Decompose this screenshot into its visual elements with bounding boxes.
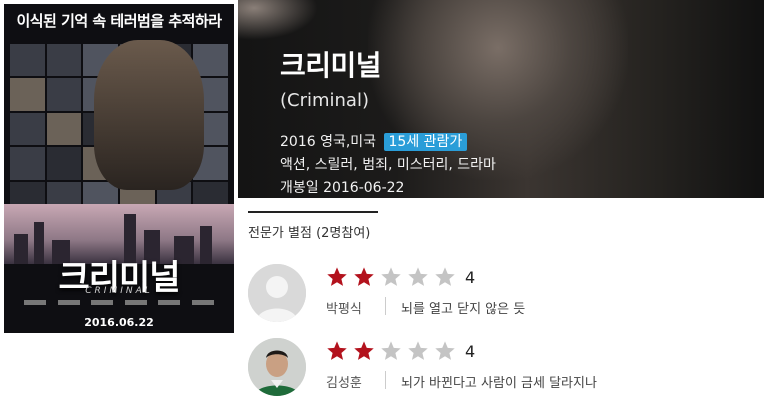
star-icon-1 [327, 267, 347, 286]
critics-section-heading: 전문가 별점 (2명참여) [248, 211, 378, 241]
poster-actor-face [94, 40, 204, 190]
critic-score: 4 [465, 341, 476, 361]
critic-comment: 뇌를 열고 닫지 않은 듯 [401, 302, 526, 317]
star-icon-3 [381, 341, 401, 360]
movie-genres: 액션, 스릴러, 범죄, 미스터리, 드라마 [280, 157, 496, 173]
divider [385, 371, 386, 389]
critic-score: 4 [465, 267, 476, 287]
default-avatar-icon[interactable] [248, 264, 306, 322]
backdrop-hand [238, 0, 318, 40]
movie-year-country: 2016 영국,미국 [280, 134, 377, 150]
star-icon-4 [408, 267, 428, 286]
poster-release-date: 2016.06.22 [84, 316, 154, 329]
star-icon-5 [435, 341, 455, 360]
movie-title: 크리미널 [280, 49, 382, 82]
movie-meta: 2016 영국,미국 15세 관람가 액션, 스릴러, 범죄, 미스터리, 드라… [280, 131, 496, 198]
star-icon-4 [408, 341, 428, 360]
star-icon-1 [327, 341, 347, 360]
critic-review: 4 김성훈 뇌가 바뀐다고 사람이 금세 달라지나 [248, 338, 748, 398]
critic-review: 4 박평식 뇌를 열고 닫지 않은 듯 [248, 264, 748, 324]
star-icon-5 [435, 267, 455, 286]
movie-info: 크리미널 (Criminal) 2016 영국,미국 15세 관람가 액션, 스… [280, 44, 496, 198]
movie-year-country-row: 2016 영국,미국 15세 관람가 [280, 131, 496, 154]
critic-photo[interactable] [248, 338, 306, 396]
star-rating: 4 [326, 338, 475, 364]
age-rating-badge: 15세 관람가 [383, 133, 468, 151]
movie-backdrop: 크리미널 (Criminal) 2016 영국,미국 15세 관람가 액션, 스… [238, 0, 764, 198]
star-rating: 4 [326, 264, 475, 290]
star-icon-2 [354, 267, 374, 286]
poster-subtitle: CRIMINAL [85, 286, 153, 296]
movie-poster[interactable]: 이식된 기억 속 테러범을 추적하라 크리미널 CRIMINAL 2016.06… [4, 4, 234, 333]
poster-headline: 이식된 기억 속 테러범을 추적하라 [16, 12, 222, 30]
star-icon-2 [354, 341, 374, 360]
star-icon-3 [381, 267, 401, 286]
critic-name[interactable]: 김성훈 [326, 372, 362, 391]
poster-credits [24, 300, 214, 308]
critic-comment: 뇌가 바뀐다고 사람이 금세 달라지나 [401, 376, 597, 391]
critic-name[interactable]: 박평식 [326, 298, 362, 317]
divider [385, 297, 386, 315]
movie-original-title: (Criminal) [280, 90, 369, 111]
movie-release-date: 개봉일 2016-06-22 [280, 180, 405, 196]
